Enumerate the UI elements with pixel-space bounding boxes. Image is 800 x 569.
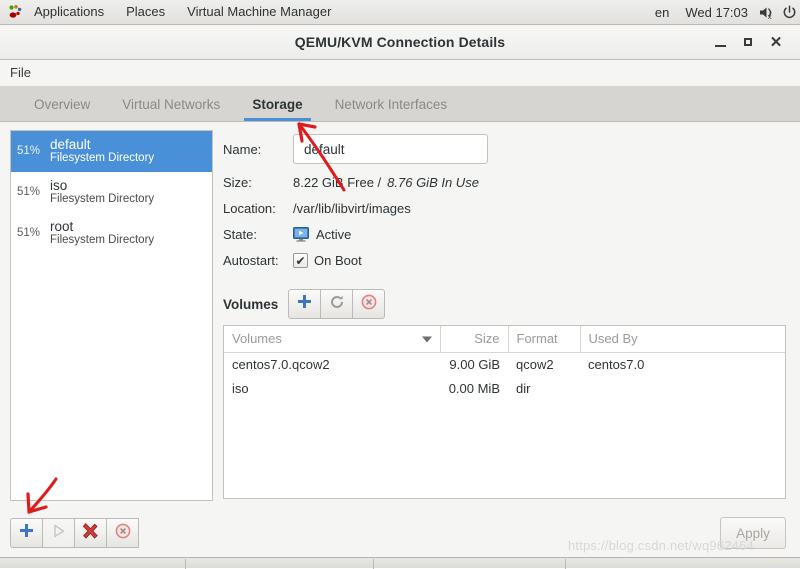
desktop-top-panel: Applications Places Virtual Machine Mana… [0, 0, 800, 25]
column-label: Volumes [232, 331, 282, 346]
sort-descending-arrow-icon [421, 332, 432, 347]
table-header-row: Volumes Size Format Used By [224, 326, 785, 353]
tab-network-interfaces[interactable]: Network Interfaces [319, 87, 464, 121]
panel-applications-menu[interactable]: Applications [23, 0, 115, 24]
column-header-size[interactable]: Size [440, 326, 509, 353]
volume-muted-icon[interactable]: x [756, 1, 778, 23]
pool-bottom-toolbar: Apply [0, 509, 800, 557]
size-free-text: 8.22 GiB Free / [293, 175, 382, 190]
volumes-header: Volumes [223, 289, 786, 319]
pool-size-value: 8.22 GiB Free / 8.76 GiB In Use [293, 175, 479, 190]
location-label: Location: [223, 201, 276, 216]
list-item[interactable]: 51% iso Filesystem Directory [11, 172, 212, 213]
cell-format: qcow2 [516, 357, 554, 372]
window-title: QEMU/KVM Connection Details [294, 34, 506, 50]
pool-name: iso [50, 178, 68, 193]
refresh-volumes-button[interactable] [320, 289, 354, 319]
volumes-title: Volumes [223, 296, 279, 312]
stop-pool-button[interactable] [74, 518, 107, 548]
menubar: File [0, 60, 800, 87]
close-icon[interactable]: ✕ [762, 28, 790, 56]
add-volume-button[interactable] [288, 289, 322, 319]
volumes-toolbar [288, 289, 386, 319]
storage-tab-content: 51% default Filesystem Directory 51% iso… [0, 122, 800, 509]
panel-clock[interactable]: Wed 17:03 [677, 5, 756, 20]
active-monitor-icon [293, 227, 310, 242]
red-x-icon [82, 522, 99, 544]
connection-details-window: QEMU/KVM Connection Details ✕ File Overv… [0, 25, 800, 557]
size-label: Size: [223, 175, 252, 190]
svg-text:x: x [767, 13, 771, 20]
plus-icon [297, 294, 312, 314]
window-controls: ✕ [706, 28, 800, 56]
state-label: State: [223, 227, 257, 242]
tab-overview[interactable]: Overview [18, 87, 106, 121]
tab-storage[interactable]: Storage [236, 87, 318, 121]
apply-button[interactable]: Apply [720, 517, 786, 549]
cell-volume: iso [232, 381, 249, 396]
panel-places-menu[interactable]: Places [115, 0, 176, 24]
plus-icon [19, 523, 34, 543]
desktop-bottom-taskbar [0, 557, 800, 569]
pool-location-value: /var/lib/libvirt/images [293, 201, 411, 216]
start-pool-button[interactable] [42, 518, 75, 548]
list-item[interactable]: 51% default Filesystem Directory [11, 131, 212, 172]
pool-type: Filesystem Directory [50, 234, 155, 247]
panel-language-indicator[interactable]: en [647, 5, 677, 20]
delete-circle-icon [115, 523, 131, 544]
column-header-format[interactable]: Format [508, 326, 581, 353]
pool-name-input[interactable] [293, 134, 488, 164]
tab-virtual-networks[interactable]: Virtual Networks [106, 87, 236, 121]
autostart-checkbox[interactable]: ✔ [293, 253, 308, 268]
volumes-table[interactable]: Volumes Size Format Used By centos7.0.qc… [223, 325, 786, 499]
cell-volume: centos7.0.qcow2 [232, 357, 330, 372]
gnome-foot-icon[interactable] [7, 4, 23, 20]
pool-type: Filesystem Directory [50, 193, 155, 206]
column-header-volumes[interactable]: Volumes [224, 326, 441, 353]
autostart-label: Autostart: [223, 253, 279, 268]
pool-usage-percent: 51% [17, 145, 41, 157]
delete-pool-button[interactable] [106, 518, 139, 548]
add-pool-button[interactable] [10, 518, 43, 548]
pool-name: root [50, 219, 74, 234]
window-titlebar: QEMU/KVM Connection Details ✕ [0, 25, 800, 60]
table-row[interactable]: iso 0.00 MiB dir [224, 377, 785, 401]
maximize-icon[interactable] [734, 28, 762, 56]
pool-type: Filesystem Directory [50, 152, 155, 165]
size-inuse-text: 8.76 GiB In Use [387, 175, 479, 190]
tabbar: Overview Virtual Networks Storage Networ… [0, 87, 800, 122]
play-icon [52, 523, 66, 543]
storage-pool-list[interactable]: 51% default Filesystem Directory 51% iso… [10, 130, 213, 501]
menu-file[interactable]: File [0, 60, 41, 86]
pool-name: default [50, 137, 91, 152]
pool-details-pane: Name: Size: 8.22 GiB Free / 8.76 GiB In … [223, 130, 786, 509]
name-label: Name: [223, 141, 262, 157]
cell-format: dir [516, 381, 531, 396]
autostart-value-wrap: ✔ On Boot [293, 253, 362, 268]
delete-volume-button[interactable] [352, 289, 386, 319]
cell-used-by [580, 377, 785, 401]
refresh-icon [329, 294, 345, 315]
delete-circle-icon [361, 294, 377, 315]
pool-usage-percent: 51% [17, 186, 41, 198]
pool-state-text: Active [316, 227, 352, 242]
pool-state-value-wrap: Active [293, 227, 351, 242]
cell-size: 0.00 MiB [448, 381, 500, 396]
panel-app-name[interactable]: Virtual Machine Manager [176, 0, 342, 24]
cell-used-by: centos7.0 [588, 357, 645, 372]
pool-usage-percent: 51% [17, 227, 41, 239]
power-icon[interactable] [778, 1, 800, 23]
cell-size: 9.00 GiB [449, 357, 500, 372]
autostart-text: On Boot [314, 253, 362, 268]
list-item[interactable]: 51% root Filesystem Directory [11, 213, 212, 254]
minimize-icon[interactable] [706, 28, 734, 56]
table-row[interactable]: centos7.0.qcow2 9.00 GiB qcow2 centos7.0 [224, 353, 785, 378]
column-header-used-by[interactable]: Used By [580, 326, 785, 353]
